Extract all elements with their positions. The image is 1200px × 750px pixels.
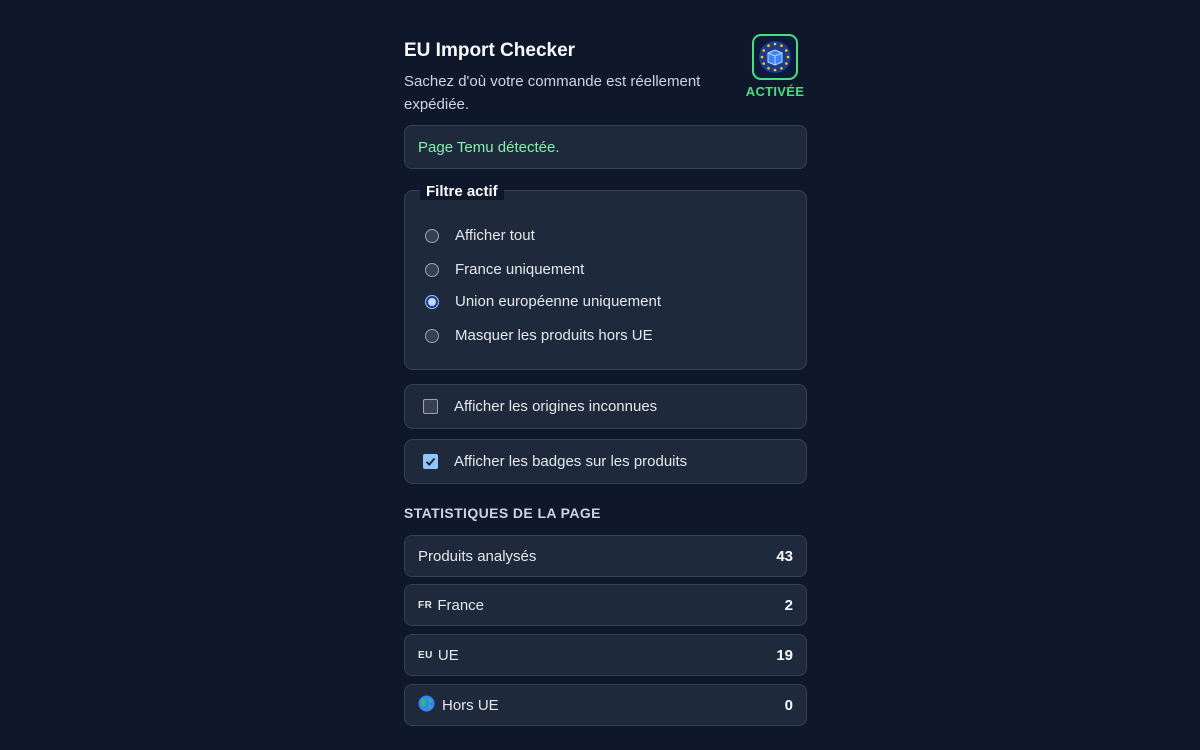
radio-label: Masquer les produits hors UE bbox=[455, 327, 653, 344]
stat-label: FR France bbox=[418, 597, 484, 614]
radio-label: Union européenne uniquement bbox=[455, 293, 661, 310]
toggle-unknown-origins[interactable]: Afficher les origines inconnues bbox=[404, 384, 807, 429]
header: EU Import Checker Sachez d'où votre comm… bbox=[404, 30, 807, 125]
status-badge: ACTIVÉE bbox=[745, 84, 805, 99]
stat-label: Produits analysés bbox=[418, 548, 536, 565]
popup-panel: EU Import Checker Sachez d'où votre comm… bbox=[404, 30, 807, 726]
toggle-product-badges[interactable]: Afficher les badges sur les produits bbox=[404, 439, 807, 484]
stat-value: 43 bbox=[776, 547, 793, 565]
stat-row-eu: EU UE 19 bbox=[404, 634, 807, 676]
app-subtitle: Sachez d'où votre commande est réellemen… bbox=[404, 73, 701, 113]
checkbox-label: Afficher les badges sur les produits bbox=[454, 453, 688, 470]
stats-section-title: STATISTIQUES DE LA PAGE bbox=[404, 505, 601, 521]
country-code: FR bbox=[418, 599, 433, 611]
extension-toggle[interactable]: ACTIVÉE bbox=[743, 34, 807, 99]
stat-label-text: France bbox=[437, 596, 485, 614]
checkmark-icon bbox=[425, 457, 436, 466]
radio-label: Afficher tout bbox=[455, 227, 535, 244]
radio-option-france[interactable]: France uniquement bbox=[425, 261, 584, 278]
stat-value: 2 bbox=[784, 596, 793, 614]
stat-row-france: FR France 2 bbox=[404, 584, 807, 626]
radio-option-hide-non-eu[interactable]: Masquer les produits hors UE bbox=[425, 327, 653, 344]
stat-label-text: Produits analysés bbox=[418, 547, 537, 565]
eu-stars-box-icon[interactable] bbox=[752, 34, 798, 80]
checkbox-label: Afficher les origines inconnues bbox=[454, 398, 658, 415]
app-title: EU Import Checker bbox=[404, 40, 576, 61]
radio-option-eu[interactable]: Union européenne uniquement bbox=[425, 293, 661, 310]
stat-label-text: Hors UE bbox=[442, 696, 499, 714]
stat-label-text: UE bbox=[437, 646, 459, 664]
stat-label: Hors UE bbox=[418, 695, 499, 716]
detection-banner: Page Temu détectée. bbox=[404, 125, 807, 169]
radio-button[interactable] bbox=[425, 262, 439, 277]
radio-button[interactable] bbox=[425, 228, 439, 243]
checkbox[interactable] bbox=[423, 399, 438, 414]
radio-label: France uniquement bbox=[455, 261, 585, 278]
radio-button-selected[interactable] bbox=[425, 294, 439, 309]
globe-icon bbox=[418, 695, 435, 716]
detection-message: Page Temu détectée. bbox=[418, 138, 560, 156]
stat-row-analyzed: Produits analysés 43 bbox=[404, 535, 807, 577]
stat-label: EU UE bbox=[418, 647, 459, 664]
radio-button[interactable] bbox=[425, 328, 439, 343]
filter-group: Filtre actif Afficher tout France unique… bbox=[404, 183, 807, 370]
stat-value: 19 bbox=[776, 646, 793, 664]
radio-option-all[interactable]: Afficher tout bbox=[425, 227, 535, 244]
stat-value: 0 bbox=[784, 696, 793, 714]
stat-row-non-eu: Hors UE 0 bbox=[404, 684, 807, 726]
checkbox-checked[interactable] bbox=[423, 454, 438, 469]
filter-legend: Filtre actif bbox=[420, 183, 504, 200]
country-code: EU bbox=[418, 649, 433, 661]
